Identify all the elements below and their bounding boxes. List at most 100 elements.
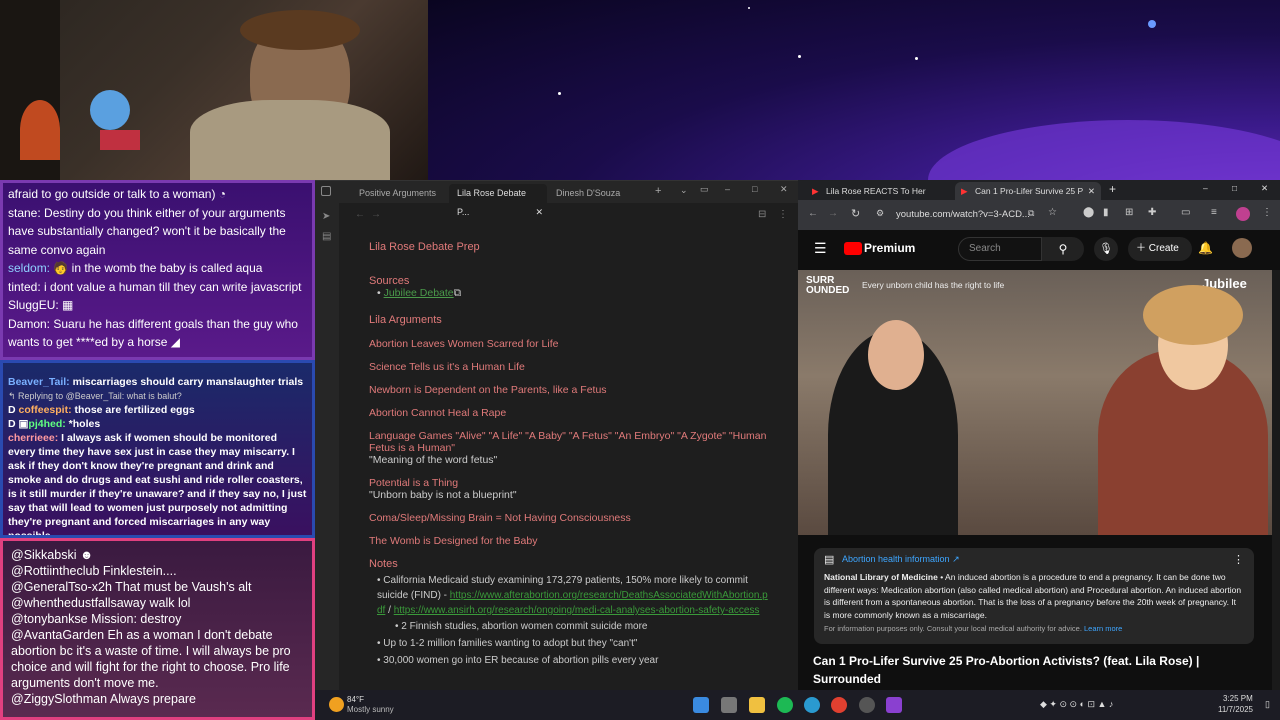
minimize-icon[interactable]: –: [725, 184, 730, 194]
list-item: • Up to 1-2 million families wanting to …: [377, 638, 638, 649]
heading-sources: Sources: [369, 275, 410, 287]
heading-argument: Newborn is Dependent on the Parents, lik…: [369, 384, 607, 396]
microphone-icon[interactable]: 🎙: [1094, 237, 1118, 261]
chat-message: D coffeespit: those are fertilized eggs: [8, 404, 195, 416]
site-info-icon[interactable]: ⚙: [876, 208, 884, 219]
info-panel-title[interactable]: Abortion health information ↗: [824, 554, 1244, 565]
note-text: "Unborn baby is not a blueprint": [369, 489, 517, 501]
webcam-feed: [0, 0, 428, 180]
close-window-icon[interactable]: ✕: [780, 184, 788, 195]
task-view-icon[interactable]: [721, 697, 737, 713]
obsidian-icon[interactable]: [886, 697, 902, 713]
file-explorer-icon[interactable]: [749, 697, 765, 713]
youtube-logo-icon[interactable]: [844, 242, 862, 255]
extension-icon[interactable]: ▮: [1103, 207, 1109, 218]
search-icon[interactable]: ⚲: [1042, 237, 1084, 261]
chat-message: @ZiggySlothman Always prepare: [11, 692, 197, 706]
extension-icon[interactable]: ⬤: [1083, 207, 1094, 218]
forward-icon[interactable]: →: [371, 209, 381, 220]
new-tab-icon[interactable]: +: [1109, 182, 1116, 196]
chat-panel-youtube: @Sikkabski ☻ @Rottiintheclub Finklestein…: [0, 538, 315, 720]
info-footer: For information purposes only. Consult y…: [824, 624, 1123, 633]
heading-notes: Notes: [369, 558, 398, 570]
clock-time[interactable]: 3:25 PM: [1223, 694, 1253, 703]
extensions-puzzle-icon[interactable]: ✚: [1148, 207, 1156, 218]
reload-icon[interactable]: ↻: [851, 207, 860, 220]
forward-icon[interactable]: →: [828, 208, 838, 219]
video-title: Can 1 Pro-Lifer Survive 25 Pro-Abortion …: [813, 654, 1200, 686]
tab-lila-rose[interactable]: Lila Rose Debate P... ✕: [449, 184, 547, 217]
minimize-icon[interactable]: –: [1203, 183, 1208, 193]
premium-label[interactable]: Premium: [864, 241, 915, 255]
jubilee-debate-link[interactable]: Jubilee Debate: [384, 287, 454, 299]
layout-icon[interactable]: ▭: [700, 184, 709, 195]
clock-date[interactable]: 11/7/2025: [1218, 705, 1253, 714]
chat-message: @tonybankse Mission: destroy: [11, 612, 182, 626]
close-icon[interactable]: ✕: [1088, 182, 1095, 200]
maximize-icon[interactable]: □: [1232, 183, 1237, 193]
back-icon[interactable]: ←: [808, 208, 818, 219]
maximize-icon[interactable]: □: [752, 184, 757, 194]
chat-message: @Sikkabski ☻: [11, 548, 94, 562]
pages-icon[interactable]: ▤: [322, 231, 331, 242]
chat-message: SluggEU: ▦: [8, 298, 74, 312]
back-icon[interactable]: ←: [355, 209, 365, 220]
menu-icon[interactable]: ☰: [814, 240, 827, 257]
weather-temp[interactable]: 84°F: [347, 695, 364, 704]
chat-message: cherrieee: I always ask if women should …: [8, 432, 307, 538]
send-icon[interactable]: ➤: [322, 211, 330, 222]
more-options-icon[interactable]: ⋮: [778, 209, 788, 220]
weather-desc[interactable]: Mostly sunny: [347, 705, 394, 714]
citation-link[interactable]: https://www.ansirh.org/research/ongoing/…: [394, 605, 760, 616]
more-options-icon[interactable]: ⋮: [1233, 553, 1244, 566]
windows-taskbar: 84°F Mostly sunny ◆ ✦ ⊙ ⊙ ◐ ⊡ ▲ ♪ 3:25 P…: [315, 690, 1280, 720]
reading-view-icon[interactable]: ⊟: [758, 209, 766, 220]
weather-icon[interactable]: [329, 697, 344, 712]
chat-message: Damon: Suaru he has different goals than…: [8, 316, 298, 350]
tab-lila-rose-reacts[interactable]: ▶Lila Rose REACTS To Her Jubilee✕: [806, 182, 954, 214]
learn-more-link[interactable]: Learn more: [1084, 624, 1122, 633]
chat-panel-twitch: afraid to go outside or talk to a woman)…: [0, 180, 315, 360]
extension-icon[interactable]: ⊞: [1125, 207, 1133, 218]
chrome-icon[interactable]: [831, 697, 847, 713]
youtube-header: ☰ Premium Search ⚲ 🎙 ＋ Create 🔔: [798, 235, 1280, 265]
chat-panel-kick: Beaver_Tail: miscarriages should carry m…: [0, 360, 315, 538]
spotify-icon[interactable]: [777, 697, 793, 713]
sidebar-toggle-icon[interactable]: [321, 186, 331, 196]
close-icon[interactable]: ✕: [535, 203, 543, 222]
chevron-down-icon[interactable]: ⌄: [680, 185, 688, 196]
heading-argument: Abortion Leaves Women Scarred for Life: [369, 338, 559, 350]
video-player[interactable]: SURR OUNDED Every unborn child has the r…: [798, 270, 1272, 535]
chat-message: afraid to go outside or talk to a woman)…: [8, 187, 227, 201]
chrome-window: ▶Lila Rose REACTS To Her Jubilee✕ ▶Can 1…: [798, 180, 1280, 690]
note-content: Lila Rose Debate Prep Sources • Jubilee …: [369, 241, 769, 669]
scrollbar[interactable]: [1272, 270, 1280, 690]
avatar[interactable]: [1232, 238, 1252, 258]
heading-argument: The Womb is Designed for the Baby: [369, 535, 538, 547]
reply-indicator: ↰ Replying to @Beaver_Tail: what is balu…: [8, 391, 182, 401]
tab-search-icon[interactable]: ≡: [1211, 207, 1217, 218]
chat-message: @Rottiintheclub Finklestein....: [11, 564, 177, 578]
more-options-icon[interactable]: ⋮: [1262, 207, 1272, 218]
tab-can-1-pro-lifer[interactable]: ▶ Can 1 Pro-Lifer Survive 25 P ✕: [955, 182, 1101, 200]
obsidian-tab-bar: Positive Arguments Lila Rose Debate P...…: [315, 181, 798, 217]
search-input[interactable]: Search: [958, 237, 1042, 261]
document-icon: ▤: [824, 554, 835, 566]
space-background: [428, 0, 1280, 180]
start-icon[interactable]: [693, 697, 709, 713]
edge-icon[interactable]: [804, 697, 820, 713]
notification-icon[interactable]: ▯: [1265, 699, 1270, 710]
create-button[interactable]: ＋ Create: [1128, 237, 1192, 261]
tab-positive-arguments[interactable]: Positive Arguments: [351, 184, 444, 203]
tab-dinesh[interactable]: Dinesh D'Souza: [548, 184, 628, 203]
obsidian-ribbon: ➤ ▤: [315, 203, 339, 691]
open-in-app-icon[interactable]: ⧉: [1028, 208, 1034, 219]
obs-icon[interactable]: [859, 697, 875, 713]
tray-icon[interactable]: ◆ ✦ ⊙ ⊙ ◐ ⊡ ▲ ♪: [1040, 699, 1113, 710]
cast-icon[interactable]: ▭: [1181, 207, 1190, 218]
bookmark-star-icon[interactable]: ☆: [1048, 207, 1057, 218]
notifications-icon[interactable]: 🔔: [1198, 241, 1213, 255]
close-window-icon[interactable]: ✕: [1261, 183, 1268, 194]
profile-avatar[interactable]: [1236, 207, 1250, 221]
new-tab-icon[interactable]: +: [655, 185, 661, 197]
